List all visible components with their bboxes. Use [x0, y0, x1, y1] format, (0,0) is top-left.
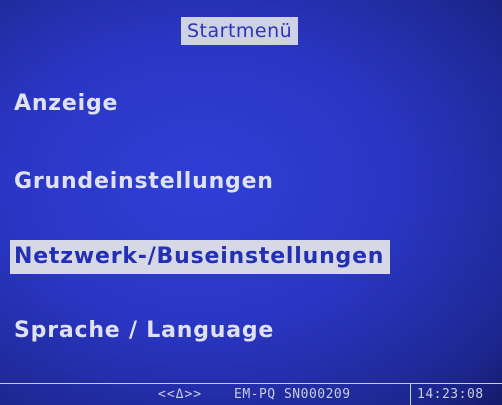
page-title: Startmenü	[181, 17, 299, 45]
menu-item-sprache-language[interactable]: Sprache / Language	[10, 314, 280, 348]
menu-item-grundeinstellungen[interactable]: Grundeinstellungen	[10, 165, 280, 199]
menu-item-netzwerk-buseinstellungen[interactable]: Netzwerk-/Buseinstellungen	[10, 240, 391, 274]
status-bar: <<Δ>> EM-PQ SN000209 14:23:08	[0, 383, 502, 405]
device-serial: EM-PQ SN000209	[234, 387, 351, 402]
clock-time: 14:23:08	[410, 384, 484, 405]
device-screen: Startmenü Anzeige Grundeinstellungen Net…	[0, 0, 502, 405]
menu-item-anzeige[interactable]: Anzeige	[10, 87, 124, 121]
connection-icon: <<Δ>>	[158, 387, 203, 402]
